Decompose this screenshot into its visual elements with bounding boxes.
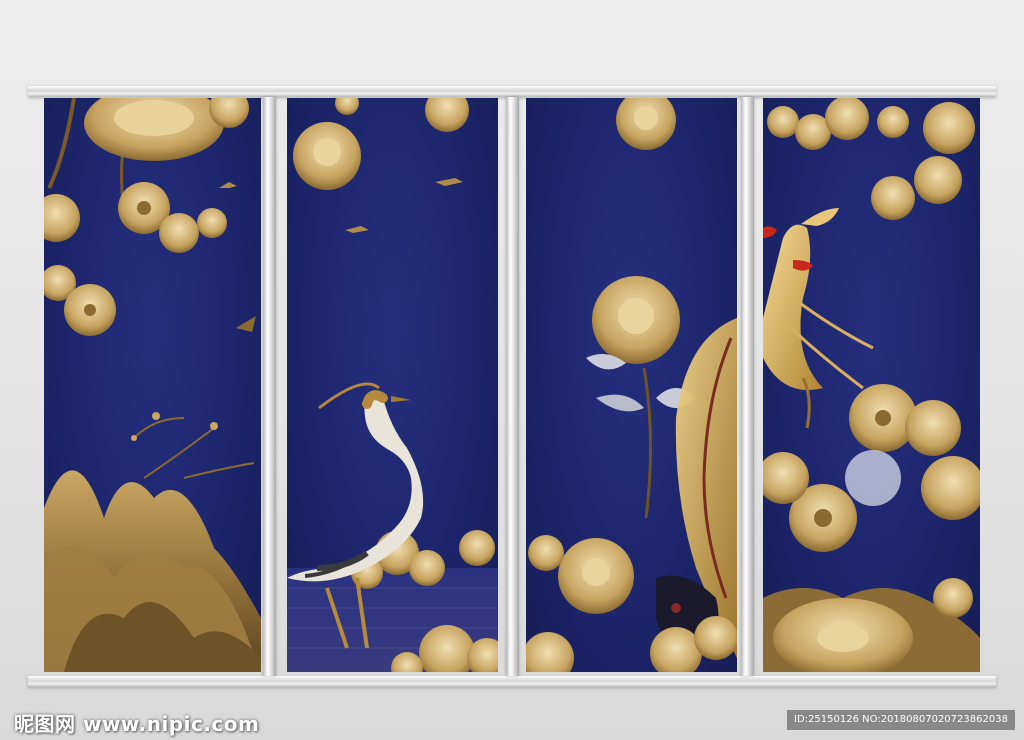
peony-icon bbox=[84, 98, 224, 161]
panel-3-artwork bbox=[526, 98, 737, 672]
panel-3-phoenix-peonies bbox=[526, 98, 737, 672]
panel-1-peonies-rocks bbox=[44, 98, 261, 672]
frame-top-rail bbox=[28, 86, 996, 97]
watermark-site: 昵图网 www.nipic.com bbox=[14, 712, 260, 736]
bird-icon bbox=[219, 182, 237, 188]
rocks-icon bbox=[44, 470, 261, 672]
frame-post-3 bbox=[741, 97, 754, 676]
peony-icon bbox=[558, 538, 634, 614]
peony-icon bbox=[592, 276, 680, 364]
mural-frame bbox=[0, 0, 1024, 740]
frame-post-2 bbox=[506, 97, 519, 676]
watermark-id: ID:25150126 NO:20180807020723862038 bbox=[787, 710, 1015, 730]
frame-bottom-rail bbox=[28, 676, 996, 687]
blossom-icon bbox=[763, 384, 980, 552]
panel-2-artwork bbox=[287, 98, 498, 672]
phoenix-icon bbox=[763, 208, 874, 429]
panel-2-crane bbox=[287, 98, 498, 672]
bird-icon bbox=[435, 178, 463, 186]
panel-4-phoenix-blossoms bbox=[763, 98, 980, 672]
frame-post-1 bbox=[263, 97, 276, 676]
panel-1-artwork bbox=[44, 98, 261, 672]
peony-icon bbox=[616, 98, 676, 150]
peony-icon bbox=[293, 122, 361, 190]
panel-4-artwork bbox=[763, 98, 980, 672]
